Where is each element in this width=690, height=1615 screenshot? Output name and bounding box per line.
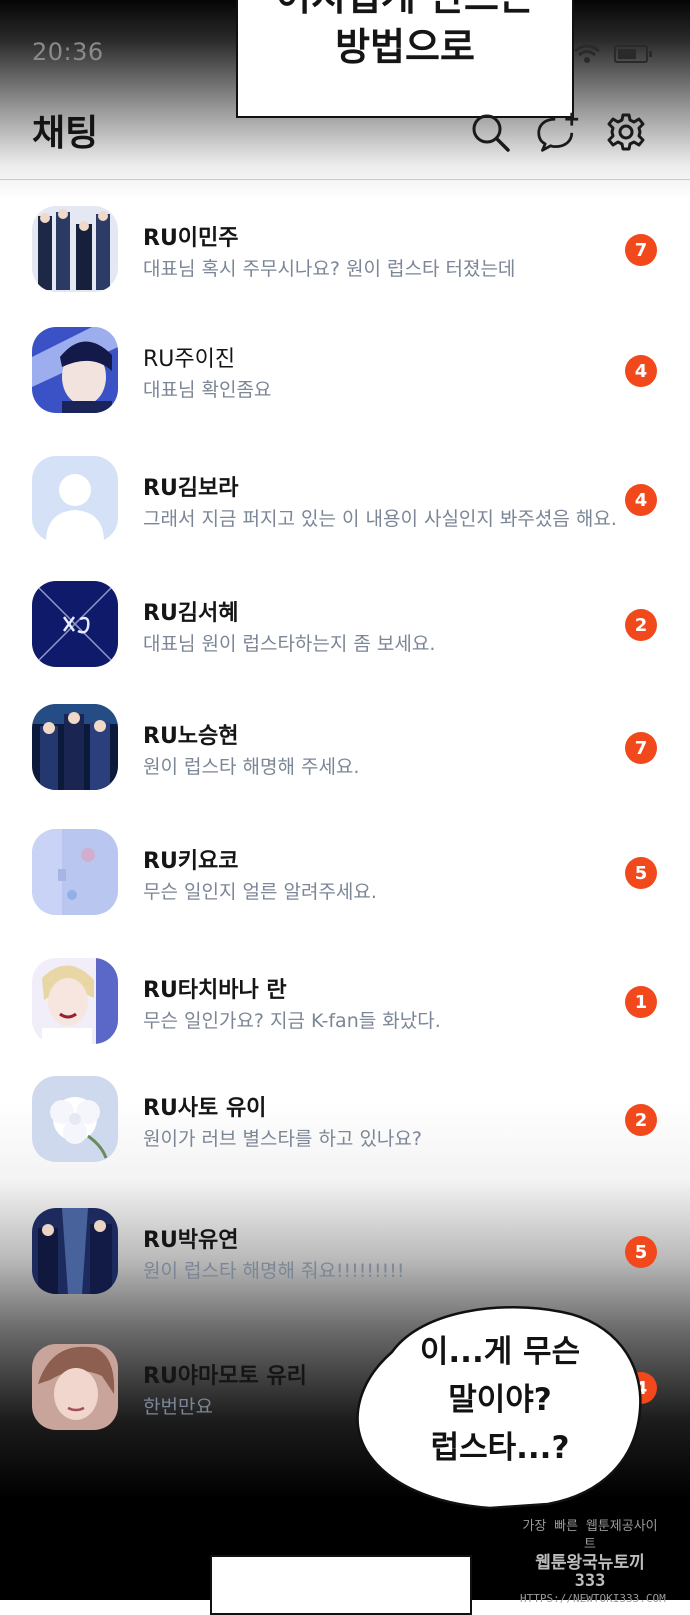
chat-preview: 원이가 러브 별스타를 하고 있나요?: [143, 1128, 422, 1150]
bubble-line-2: 말이야?: [448, 1382, 552, 1418]
battery-icon: [614, 45, 652, 63]
speech-bubble: 이...게 무슨 말이야? 럽스타...?: [352, 1300, 648, 1510]
gear-icon: [607, 113, 645, 151]
settings-button[interactable]: [604, 110, 648, 154]
search-icon: [472, 114, 510, 152]
page-title: 채팅: [32, 113, 99, 154]
chat-preview: 대표님 확인좀요: [143, 379, 272, 401]
chat-row[interactable]: RU사토 유이 원이가 러브 별스타를 하고 있나요? 2: [0, 1050, 690, 1170]
chat-preview: 무슨 일인가요? 지금 K-fan들 화났다.: [143, 1010, 441, 1032]
chat-row[interactable]: RU노승현 원이 럽스타 해명해 주세요. 7: [0, 678, 690, 798]
chat-row[interactable]: RU타치바나 란 무슨 일인가요? 지금 K-fan들 화났다. 1: [0, 932, 690, 1052]
portrait-blue-avatar: [32, 327, 118, 413]
chat-name: RU주이진: [143, 347, 236, 372]
chat-preview: 그래서 지금 퍼지고 있는 이 내용이 사실인지 봐주셨음 해요.: [143, 508, 617, 530]
unread-badge: 2: [625, 1104, 657, 1136]
chat-preview: 무슨 일인지 얼른 알려주세요.: [143, 881, 377, 903]
chat-name: RU키요코: [143, 849, 239, 874]
chat-name: RU노승현: [143, 724, 239, 749]
header-actions: [468, 110, 648, 154]
narration-caption: 어지럽게 만드는 방법으로: [236, 0, 574, 118]
new-chat-button[interactable]: [536, 110, 580, 154]
chat-preview: 대표님 혹시 주무시나요? 원이 럽스타 터졌는데: [143, 258, 516, 280]
chat-name: RU김서혜: [143, 601, 239, 626]
bubble-line-1: 이...게 무슨: [419, 1334, 581, 1370]
status-time: 20:36: [32, 38, 104, 66]
watermark-line-1: 가장 빠른 웹툰제공사이트: [522, 1519, 658, 1552]
chat-name: RU타치바나 란: [143, 978, 287, 1003]
chat-row[interactable]: RU주이진 대표님 확인좀요 4: [0, 301, 690, 421]
default-profile-avatar: [32, 456, 118, 542]
chat-screen: 20:36 어지럽게 만드는 방법으로 채팅: [0, 0, 690, 1615]
caption-line-2: 방법으로: [335, 25, 475, 69]
unread-badge: 1: [625, 986, 657, 1018]
flower-avatar: [32, 1076, 118, 1162]
search-button[interactable]: [468, 110, 512, 154]
chat-preview: 대표님 원이 럽스타하는지 좀 보세요.: [143, 633, 436, 655]
speech-bubble-text: 이...게 무슨 말이야? 럽스타...?: [352, 1328, 648, 1472]
chat-name: RU박유연: [143, 1228, 239, 1253]
group-stage-avatar: [32, 1208, 118, 1294]
unread-badge: 5: [625, 1236, 657, 1268]
pastel-avatar: [32, 829, 118, 915]
wifi-icon: [574, 44, 600, 63]
chat-row[interactable]: RU박유연 원이 럽스타 해명해 줘요!!!!!!!!! 5: [0, 1182, 690, 1302]
chat-row[interactable]: RU김보라 그래서 지금 퍼지고 있는 이 내용이 사실인지 봐주셨음 해요. …: [0, 430, 690, 550]
group-dark-avatar: [32, 704, 118, 790]
bubble-line-3: 럽스타...?: [430, 1430, 570, 1466]
portrait-warm-avatar: [32, 1344, 118, 1430]
bottom-caption-box: [210, 1555, 472, 1615]
new-chat-icon: [537, 112, 579, 152]
caption-line-1: 어지럽게 만드는: [276, 0, 534, 22]
chat-row[interactable]: RU김서혜 대표님 원이 럽스타하는지 좀 보세요. 2: [0, 555, 690, 675]
chat-name: RU야마모토 유리: [143, 1364, 307, 1389]
unread-badge: 4: [625, 484, 657, 516]
watermark-line-2: 웹툰왕국뉴토끼333: [535, 1553, 645, 1591]
portrait-avatar: [32, 958, 118, 1044]
chat-name: RU이민주: [143, 226, 239, 251]
unread-badge: 5: [625, 857, 657, 889]
chat-preview: 한번만요: [143, 1396, 213, 1418]
unread-badge: 4: [625, 355, 657, 387]
chat-name: RU사토 유이: [143, 1096, 267, 1121]
status-icons: [574, 44, 652, 64]
unread-badge: 2: [625, 609, 657, 641]
unread-badge: 7: [625, 732, 657, 764]
group-photo-avatar: [32, 206, 118, 292]
watermark: 가장 빠른 웹툰제공사이트 웹툰왕국뉴토끼333 HTTPS://NEWTOKI…: [520, 1518, 666, 1608]
chat-preview: 원이 럽스타 해명해 주세요.: [143, 756, 360, 778]
watermark-line-3: HTTPS://NEWTOKI333.COM: [520, 1592, 666, 1605]
chat-row[interactable]: RU이민주 대표님 혹시 주무시나요? 원이 럽스타 터졌는데 7: [0, 180, 690, 300]
chat-row[interactable]: RU키요코 무슨 일인지 얼른 알려주세요. 5: [0, 803, 690, 923]
unread-badge: 7: [625, 234, 657, 266]
chat-preview: 원이 럽스타 해명해 줘요!!!!!!!!!: [143, 1260, 405, 1282]
logo-navy-avatar: [32, 581, 118, 667]
chat-name: RU김보라: [143, 476, 239, 501]
